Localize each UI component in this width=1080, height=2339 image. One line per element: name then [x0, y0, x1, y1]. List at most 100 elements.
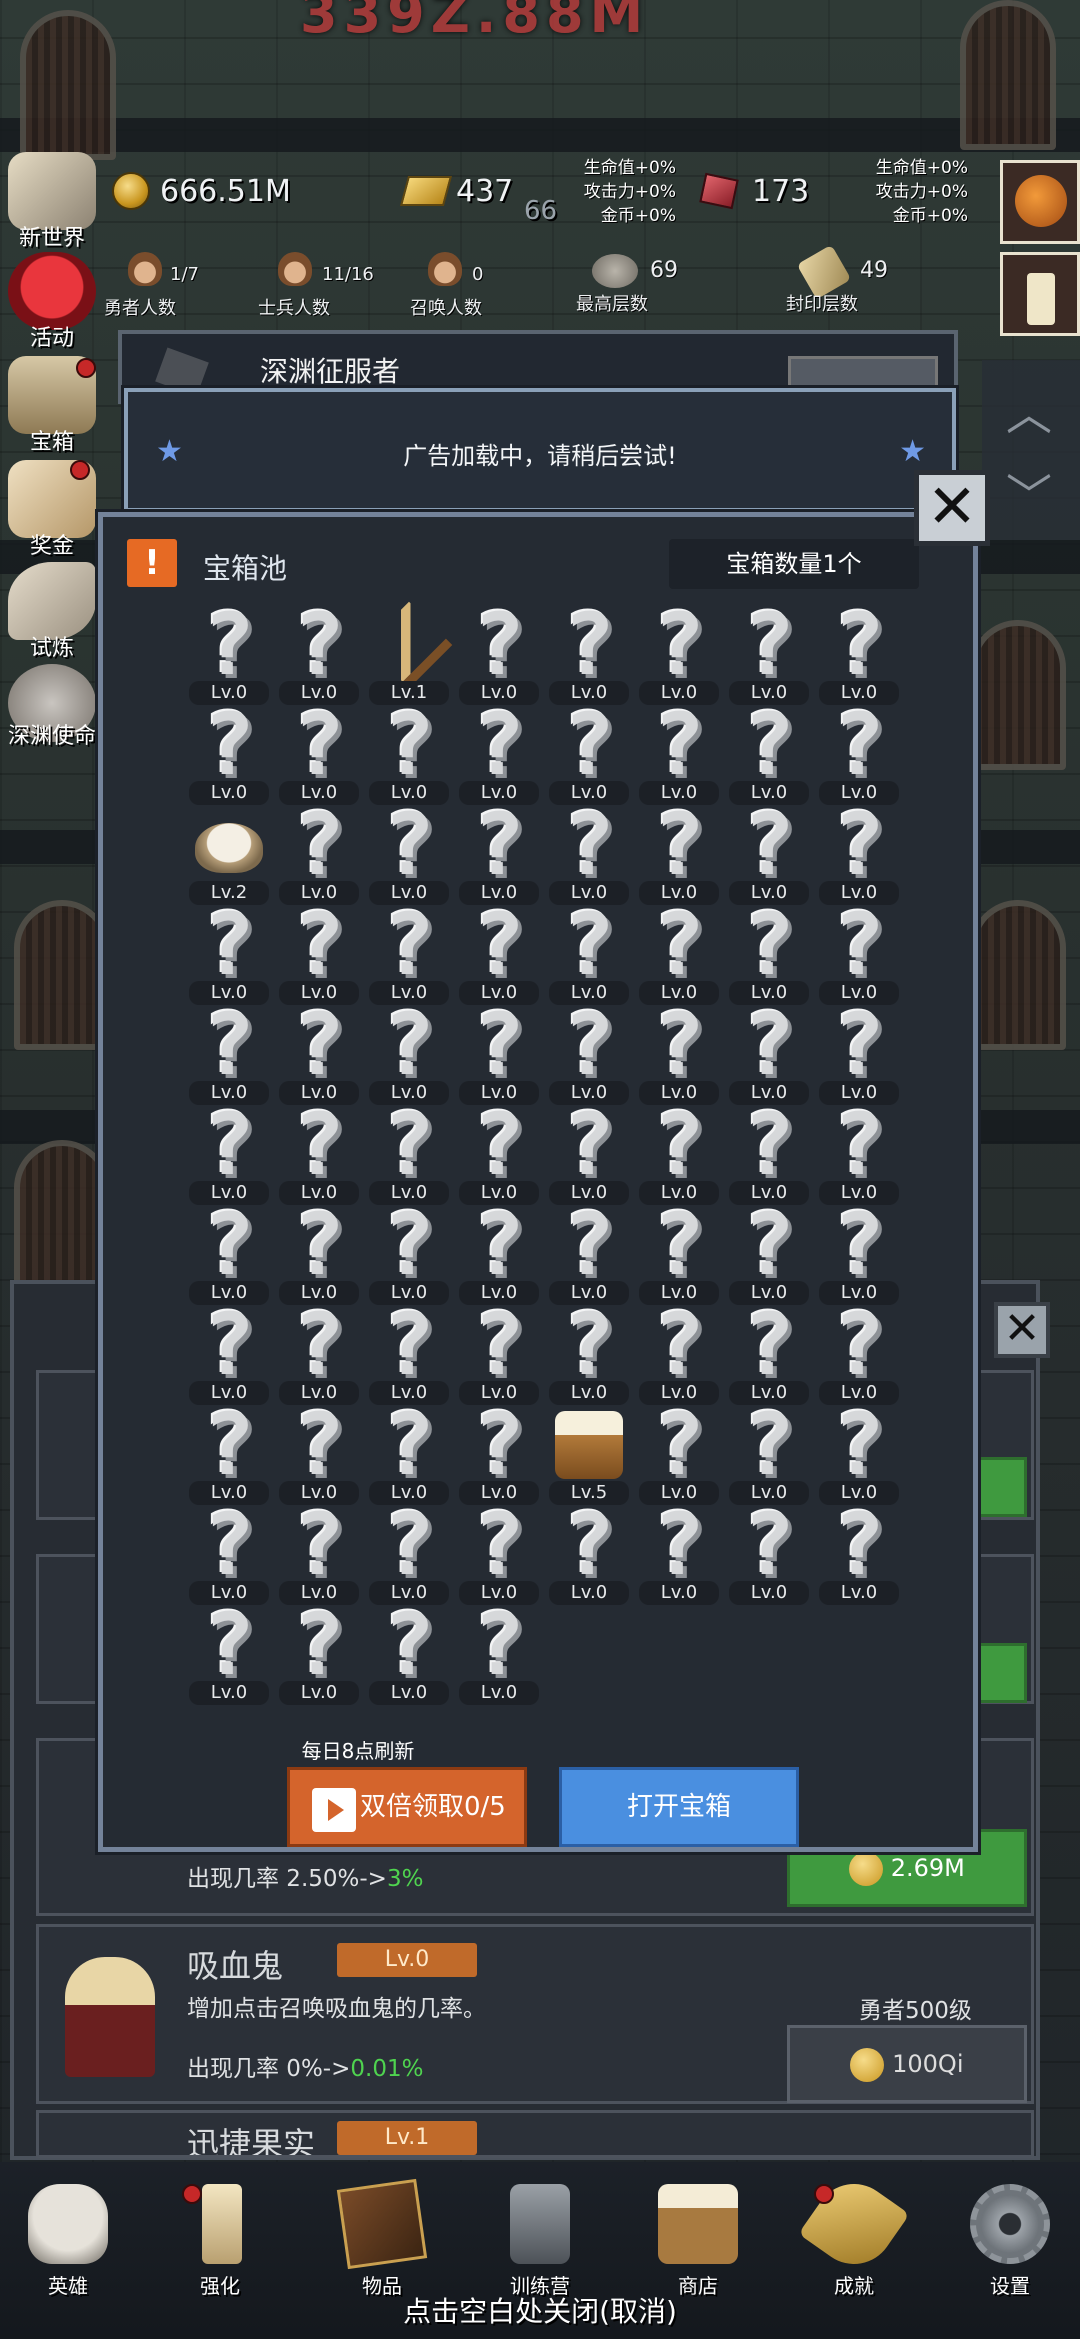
- locked-item-slot[interactable]: ? Lv.0: [729, 702, 809, 807]
- locked-item-slot[interactable]: ? Lv.0: [639, 1402, 719, 1507]
- locked-item-slot[interactable]: ? Lv.0: [189, 1202, 269, 1307]
- chevron-down-icon[interactable]: ﹀: [1006, 460, 1052, 526]
- locked-item-slot[interactable]: ? Lv.0: [729, 1402, 809, 1507]
- locked-item-slot[interactable]: ? Lv.0: [639, 702, 719, 807]
- locked-item-slot[interactable]: ? Lv.0: [729, 602, 809, 707]
- locked-item-slot[interactable]: ? Lv.0: [189, 1002, 269, 1107]
- locked-item-slot[interactable]: ? Lv.0: [639, 1102, 719, 1207]
- locked-item-slot[interactable]: ? Lv.0: [189, 902, 269, 1007]
- locked-item-slot[interactable]: ? Lv.0: [549, 902, 629, 1007]
- locked-item-slot[interactable]: ? Lv.0: [189, 1302, 269, 1407]
- locked-item-slot[interactable]: ? Lv.0: [459, 702, 539, 807]
- chevron-up-icon[interactable]: ︿: [1006, 378, 1052, 444]
- locked-item-slot[interactable]: ? Lv.0: [279, 602, 359, 707]
- locked-item-slot[interactable]: ? Lv.0: [279, 1002, 359, 1107]
- side-item-new-world[interactable]: 新世界: [0, 152, 104, 252]
- locked-item-slot[interactable]: ? Lv.0: [279, 802, 359, 907]
- locked-item-slot[interactable]: ? Lv.0: [279, 1202, 359, 1307]
- open-chest-button[interactable]: 打开宝箱: [559, 1767, 799, 1847]
- side-item-bonus[interactable]: 奖金: [0, 460, 104, 560]
- locked-item-slot[interactable]: ? Lv.0: [369, 1102, 449, 1207]
- locked-item-slot[interactable]: ? Lv.0: [369, 1302, 449, 1407]
- locked-item-slot[interactable]: ? Lv.0: [549, 1102, 629, 1207]
- locked-item-slot[interactable]: ? Lv.0: [549, 702, 629, 807]
- locked-item-slot[interactable]: ? Lv.0: [189, 1102, 269, 1207]
- locked-item-slot[interactable]: ? Lv.0: [639, 802, 719, 907]
- locked-item-slot[interactable]: ? Lv.0: [819, 1302, 899, 1407]
- locked-item-slot[interactable]: ? Lv.0: [729, 902, 809, 1007]
- locked-item-slot[interactable]: ? Lv.0: [729, 1102, 809, 1207]
- locked-item-slot[interactable]: ? Lv.0: [639, 1502, 719, 1607]
- locked-item-slot[interactable]: ? Lv.0: [279, 1602, 359, 1707]
- locked-item-slot[interactable]: ? Lv.0: [639, 1302, 719, 1407]
- locked-item-slot[interactable]: ? Lv.0: [549, 1002, 629, 1107]
- locked-item-slot[interactable]: ? Lv.0: [819, 702, 899, 807]
- side-item-abyss-mission[interactable]: 深渊使命: [0, 664, 104, 750]
- locked-item-slot[interactable]: ? Lv.0: [189, 1602, 269, 1707]
- locked-item-slot[interactable]: ? Lv.0: [189, 1402, 269, 1507]
- locked-item-slot[interactable]: ? Lv.0: [549, 1202, 629, 1307]
- locked-item-slot[interactable]: ? Lv.0: [369, 902, 449, 1007]
- side-item-chest[interactable]: 宝箱: [0, 356, 104, 456]
- locked-item-slot[interactable]: ? Lv.0: [549, 1502, 629, 1607]
- side-item-trial[interactable]: 试炼: [0, 562, 104, 662]
- locked-item-slot[interactable]: ? Lv.0: [369, 1602, 449, 1707]
- locked-item-slot[interactable]: ? Lv.0: [819, 602, 899, 707]
- locked-item-slot[interactable]: ? Lv.0: [279, 1102, 359, 1207]
- locked-item-slot[interactable]: ? Lv.0: [819, 1502, 899, 1607]
- upgrade-price-button[interactable]: 100Qi: [787, 2025, 1027, 2103]
- candle-item-icon[interactable]: [1000, 252, 1080, 336]
- locked-item-slot[interactable]: ? Lv.0: [459, 1602, 539, 1707]
- locked-item-slot[interactable]: ? Lv.0: [369, 802, 449, 907]
- locked-item-slot[interactable]: ? Lv.0: [549, 802, 629, 907]
- locked-item-slot[interactable]: ? Lv.0: [369, 1002, 449, 1107]
- locked-item-slot[interactable]: ? Lv.0: [729, 802, 809, 907]
- locked-item-slot[interactable]: ? Lv.0: [459, 802, 539, 907]
- locked-item-slot[interactable]: ? Lv.0: [639, 1002, 719, 1107]
- locked-item-slot[interactable]: ? Lv.0: [729, 1502, 809, 1607]
- dialog-close-icon[interactable]: ✕: [914, 470, 990, 546]
- locked-item-slot[interactable]: ? Lv.0: [639, 902, 719, 1007]
- locked-item-slot[interactable]: ? Lv.0: [459, 602, 539, 707]
- locked-item-slot[interactable]: ? Lv.0: [819, 902, 899, 1007]
- locked-item-slot[interactable]: ? Lv.0: [729, 1302, 809, 1407]
- locked-item-slot[interactable]: ? Lv.0: [459, 1202, 539, 1307]
- locked-item-slot[interactable]: ? Lv.0: [819, 1402, 899, 1507]
- locked-item-slot[interactable]: ? Lv.0: [819, 1202, 899, 1307]
- locked-item-slot[interactable]: ? Lv.0: [279, 702, 359, 807]
- locked-item-slot[interactable]: ? Lv.0: [639, 602, 719, 707]
- locked-item-slot[interactable]: ? Lv.0: [459, 1102, 539, 1207]
- double-claim-button[interactable]: 双倍领取0/5: [287, 1767, 527, 1847]
- locked-item-slot[interactable]: ? Lv.0: [279, 902, 359, 1007]
- locked-item-slot[interactable]: ? Lv.0: [819, 1102, 899, 1207]
- locked-item-slot[interactable]: ? Lv.0: [369, 1502, 449, 1607]
- locked-item-slot[interactable]: ? Lv.0: [729, 1002, 809, 1107]
- locked-item-slot[interactable]: ? Lv.0: [189, 602, 269, 707]
- locked-item-slot[interactable]: ? Lv.0: [459, 1002, 539, 1107]
- locked-item-slot[interactable]: ? Lv.0: [459, 902, 539, 1007]
- locked-item-slot[interactable]: ? Lv.0: [279, 1502, 359, 1607]
- locked-item-slot[interactable]: ? Lv.0: [369, 1402, 449, 1507]
- locked-item-slot[interactable]: ? Lv.0: [549, 602, 629, 707]
- locked-item-slot[interactable]: ? Lv.0: [369, 1202, 449, 1307]
- locked-item-slot[interactable]: ? Lv.0: [189, 1502, 269, 1607]
- locked-item-slot[interactable]: ? Lv.0: [549, 1302, 629, 1407]
- locked-item-slot[interactable]: ? Lv.0: [459, 1402, 539, 1507]
- locked-item-slot[interactable]: ? Lv.0: [369, 702, 449, 807]
- scroll-arrows[interactable]: ︿ ﹀: [982, 360, 1080, 540]
- locked-item-slot[interactable]: ? Lv.0: [819, 1002, 899, 1107]
- locked-item-slot[interactable]: ? Lv.0: [459, 1502, 539, 1607]
- chest-item-slot[interactable]: Lv.1: [365, 601, 453, 707]
- locked-item-slot[interactable]: ? Lv.0: [189, 702, 269, 807]
- locked-item-slot[interactable]: ? Lv.0: [279, 1302, 359, 1407]
- info-icon[interactable]: !: [127, 539, 177, 587]
- pumpkin-item-icon[interactable]: [1000, 160, 1080, 244]
- locked-item-slot[interactable]: ? Lv.0: [639, 1202, 719, 1307]
- locked-item-slot[interactable]: ? Lv.0: [459, 1302, 539, 1407]
- locked-item-slot[interactable]: ? Lv.0: [819, 802, 899, 907]
- chest-item-slot[interactable]: Lv.5: [549, 1407, 629, 1507]
- locked-item-slot[interactable]: ? Lv.0: [729, 1202, 809, 1307]
- side-item-event[interactable]: 活动: [0, 252, 104, 352]
- tap-to-close-hint[interactable]: 点击空白处关闭(取消): [0, 2290, 1080, 2330]
- chest-item-slot[interactable]: Lv.2: [189, 807, 269, 907]
